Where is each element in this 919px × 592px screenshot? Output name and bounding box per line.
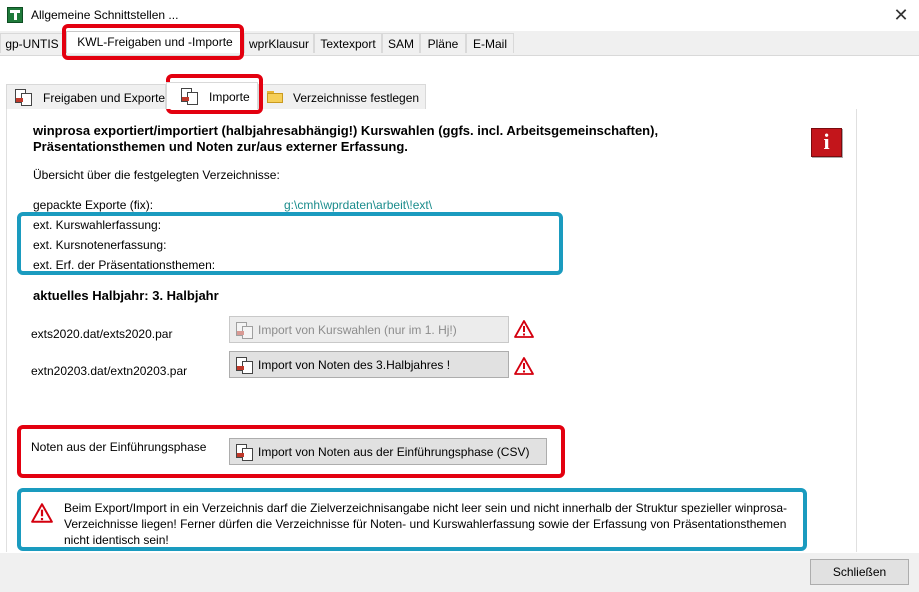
heading-line-2: Präsentationsthemen und Noten zur/aus ex… xyxy=(33,139,408,154)
window-title: Allgemeine Schnittstellen ... xyxy=(31,8,179,22)
app-icon xyxy=(7,7,23,23)
warning-icon xyxy=(514,357,534,375)
import-file-noten: extn20203.dat/extn20203.par xyxy=(31,364,188,378)
document-import-icon xyxy=(236,357,253,374)
import-file-kurswahlen: exts2020.dat/exts2020.par xyxy=(31,327,173,341)
folder-icon xyxy=(267,91,283,104)
dir-label-exports: gepackte Exporte (fix): xyxy=(33,198,154,212)
tab-freigaben-exporte[interactable]: Freigaben und Exporte xyxy=(6,84,166,109)
dir-value-exports: g:\cmh\wprdaten\arbeit\!ext\ xyxy=(284,198,433,212)
document-import-icon xyxy=(181,88,198,105)
highlight-intro-phase xyxy=(17,425,565,478)
tab-plaene[interactable]: Pläne xyxy=(420,33,466,53)
tab-sam[interactable]: SAM xyxy=(382,33,420,53)
inner-tab-bar: Freigaben und Exporte Importe Verzeichni… xyxy=(6,82,855,109)
close-icon[interactable]: ✕ xyxy=(888,3,914,27)
document-import-icon xyxy=(236,322,253,339)
tab-verzeichnisse[interactable]: Verzeichnisse festlegen xyxy=(258,84,426,109)
overview-label: Übersicht über die festgelegten Verzeich… xyxy=(33,168,280,182)
highlight-top-tab xyxy=(62,24,244,60)
highlight-notice xyxy=(17,488,807,551)
heading-line-1: winprosa exportiert/importiert (halbjahr… xyxy=(33,123,659,138)
info-button[interactable]: i xyxy=(811,128,842,157)
warning-icon xyxy=(514,320,534,338)
tab-gp-untis[interactable]: gp-UNTIS xyxy=(0,33,64,53)
close-button[interactable]: Schließen xyxy=(810,559,909,585)
semester-label: aktuelles Halbjahr: 3. Halbjahr xyxy=(33,288,219,303)
tab-email[interactable]: E-Mail xyxy=(466,33,514,53)
tab-importe[interactable]: Importe xyxy=(166,82,258,109)
highlight-directories xyxy=(17,212,563,275)
import-noten-button[interactable]: Import von Noten des 3.Halbjahres ! xyxy=(229,351,509,378)
import-kurswahlen-button[interactable]: Import von Kurswahlen (nur im 1. Hj!) xyxy=(229,316,509,343)
tab-wprklausur[interactable]: wprKlausur xyxy=(244,33,314,53)
document-export-icon xyxy=(15,89,32,106)
tab-textexport[interactable]: Textexport xyxy=(314,33,382,53)
